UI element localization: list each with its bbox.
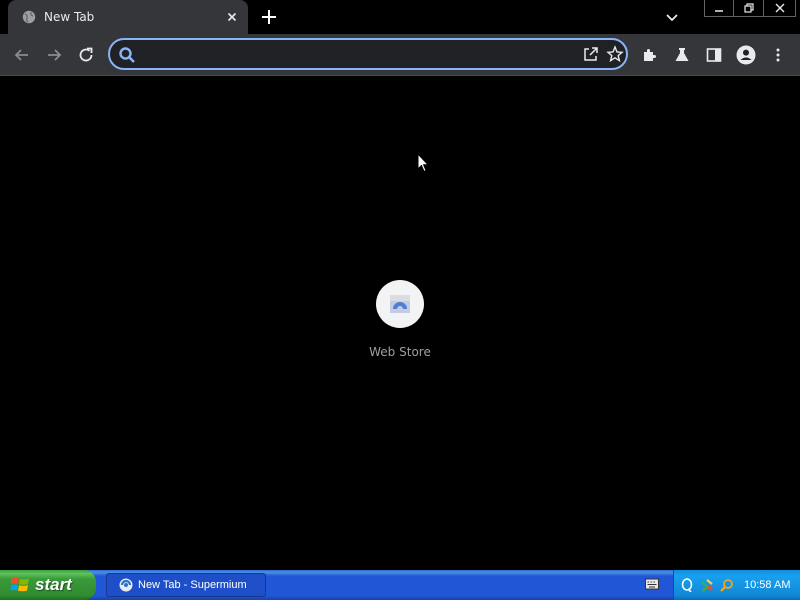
new-tab-plus-icon[interactable]: [258, 6, 280, 28]
arrow-right-icon: [48, 49, 62, 61]
side-panel-button[interactable]: [703, 44, 725, 66]
close-icon[interactable]: [224, 9, 240, 25]
address-bar[interactable]: [108, 38, 628, 70]
profile-button[interactable]: [735, 44, 757, 66]
menu-button[interactable]: [767, 44, 789, 66]
shortcut-web-store[interactable]: Web Store: [360, 280, 440, 364]
forward-button[interactable]: [43, 44, 65, 66]
supermium-icon: [119, 578, 133, 592]
side-panel-icon: [706, 48, 722, 62]
tab-title: New Tab: [44, 10, 95, 24]
search-icon: [119, 47, 135, 63]
window-controls: [704, 0, 796, 18]
restore-icon: [743, 3, 754, 13]
avatar-icon: [736, 45, 756, 65]
arrow-left-icon: [14, 49, 28, 61]
mouse-cursor-icon: [417, 153, 429, 173]
globe-icon: [22, 10, 36, 24]
address-input[interactable]: [142, 44, 572, 64]
web-store-icon: [390, 295, 410, 313]
star-icon[interactable]: [606, 45, 624, 63]
windows-logo-icon: [10, 577, 29, 592]
labs-button[interactable]: [671, 44, 693, 66]
start-button[interactable]: start: [0, 570, 96, 600]
shortcut-tile: [376, 280, 424, 328]
share-icon[interactable]: [582, 45, 600, 63]
search-tray-icon[interactable]: [680, 578, 694, 592]
system-tray: 10:58 AM: [673, 570, 800, 600]
taskbar-item-label: New Tab - Supermium: [138, 579, 247, 591]
more-vert-icon: [776, 48, 780, 62]
close-icon: [775, 3, 784, 13]
minimize-button[interactable]: [704, 0, 734, 17]
minimize-icon: [715, 10, 723, 12]
tab-new-tab[interactable]: New Tab: [8, 0, 248, 34]
shortcut-label: Web Store: [369, 345, 431, 359]
network-tray-icon[interactable]: [700, 578, 714, 592]
title-bar: New Tab: [0, 0, 800, 34]
puzzle-icon: [644, 49, 656, 61]
reload-icon: [79, 47, 93, 62]
reload-button[interactable]: [75, 44, 97, 66]
new-tab-page: Web Store: [0, 77, 800, 569]
start-label: start: [35, 575, 72, 594]
clock[interactable]: 10:58 AM: [744, 579, 790, 591]
taskbar-item-supermium[interactable]: New Tab - Supermium: [106, 573, 266, 597]
restore-button[interactable]: [734, 0, 764, 17]
close-window-button[interactable]: [764, 0, 796, 17]
browser-toolbar: [0, 34, 800, 76]
magnifier-tray-icon[interactable]: [720, 578, 734, 592]
back-button[interactable]: [11, 44, 33, 66]
flask-icon: [675, 48, 689, 61]
extensions-button[interactable]: [639, 44, 661, 66]
keyboard-icon[interactable]: [645, 578, 659, 590]
chevron-down-icon[interactable]: [662, 7, 682, 27]
os-taskbar: start New Tab - Supermium 10:58 AM: [0, 570, 800, 600]
